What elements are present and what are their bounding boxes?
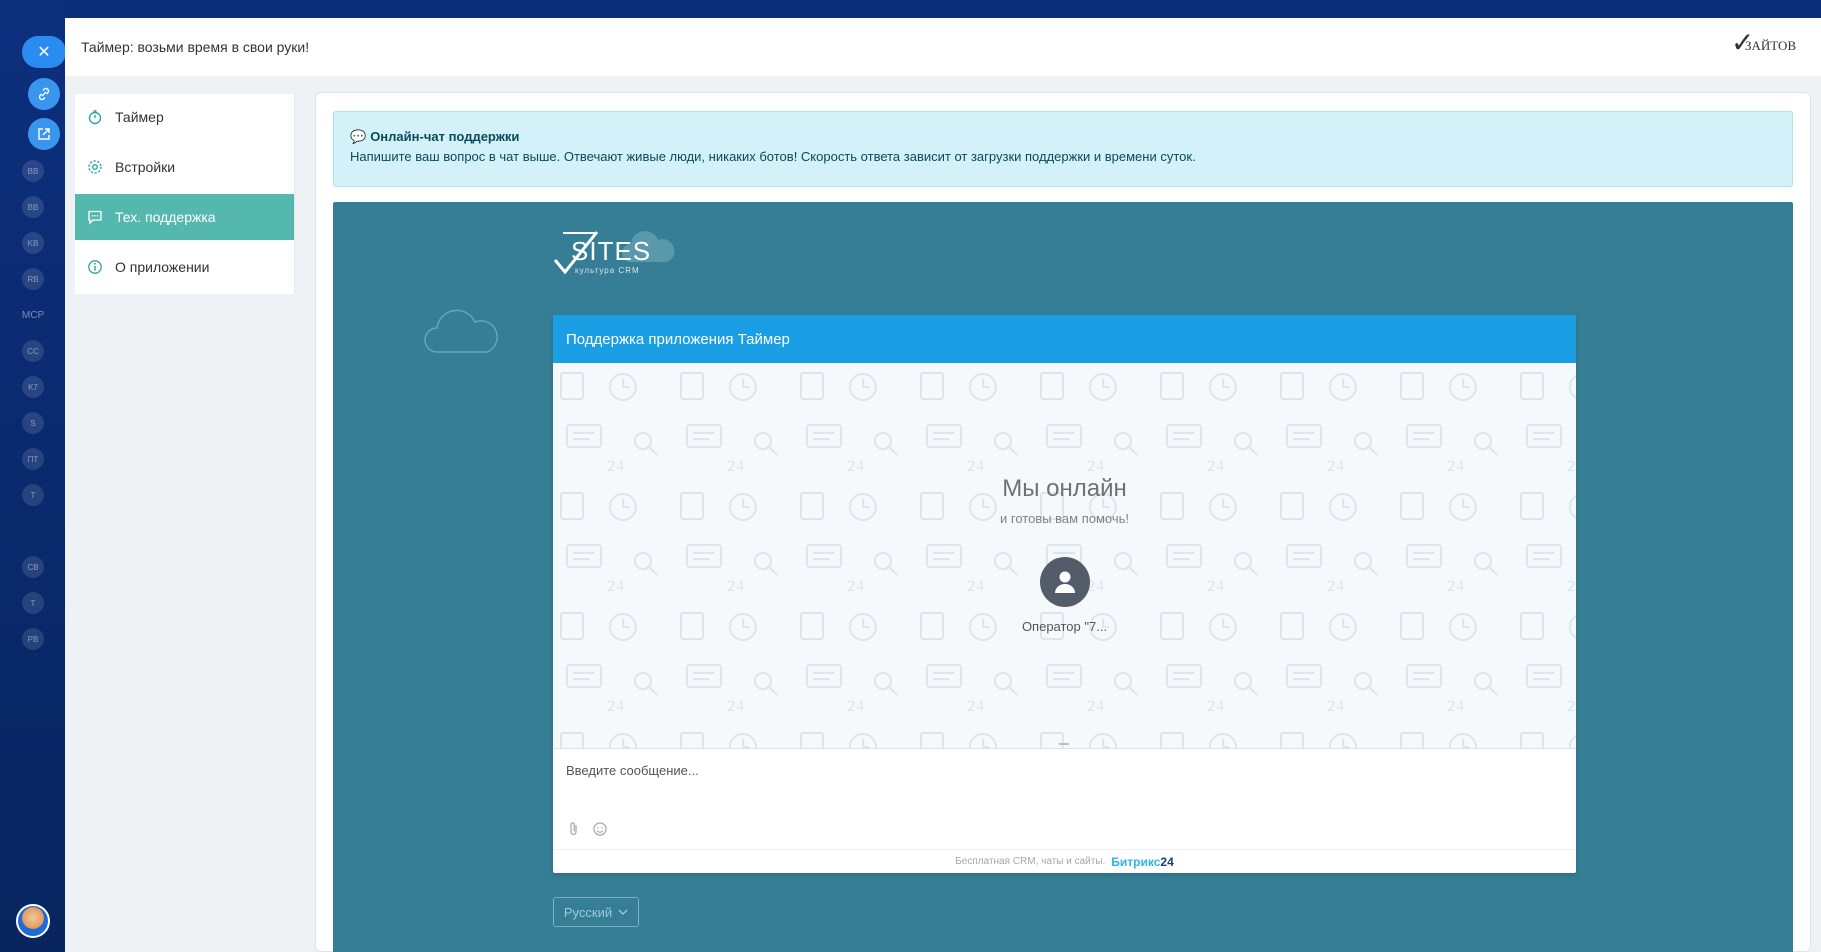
background-topbar <box>0 0 1821 18</box>
brand-logo: ✓ ЗАЙТОВ <box>1731 26 1801 62</box>
rail-item[interactable]: MCP <box>22 304 44 326</box>
close-slider-button[interactable]: ✕ <box>22 36 66 68</box>
menu-item-support[interactable]: Тех. поддержка <box>75 194 294 240</box>
menu-item-label: Встройки <box>115 159 176 175</box>
operator-avatar <box>1040 557 1090 607</box>
rail-item[interactable]: K7 <box>22 376 44 398</box>
external-link-icon <box>38 128 50 140</box>
rail-item[interactable]: T <box>22 592 44 614</box>
rail-item[interactable]: BB <box>22 196 44 218</box>
rail-item[interactable]: S <box>22 412 44 434</box>
paperclip-icon[interactable] <box>566 821 582 837</box>
operator-name: Оператор "7... <box>1021 619 1108 634</box>
rail-item[interactable]: BB <box>22 160 44 182</box>
close-icon: ✕ <box>37 44 51 61</box>
content-area: 💬 Онлайн-чат поддержки Напишите ваш вопро… <box>315 92 1811 952</box>
chat-footer: Бесплатная CRM, чаты и сайты. Битрикс24 <box>553 849 1576 873</box>
rail-item[interactable]: ПТ <box>22 448 44 470</box>
rail-item[interactable]: T <box>22 484 44 506</box>
background-left-rail: ✕ BB BB KB RB MCP CC K7 S ПТ T СВ T PB <box>0 0 66 952</box>
stopwatch-icon <box>87 109 103 125</box>
bitrix24-link[interactable]: Битрикс24 <box>1111 855 1173 869</box>
support-info-alert: 💬 Онлайн-чат поддержки Напишите ваш вопро… <box>333 111 1793 187</box>
chat-widget: Поддержка приложения Таймер Мы онлайн и … <box>553 315 1576 873</box>
resize-handle[interactable] <box>1059 743 1069 745</box>
panel-header: Таймер: возьми время в свои руки! ✓ ЗАЙТ… <box>65 18 1821 76</box>
link-icon <box>38 87 50 101</box>
chat-title: Поддержка приложения Таймер <box>566 330 790 348</box>
online-status-title: Мы онлайн <box>1002 475 1127 502</box>
alert-text: Напишите ваш вопрос в чат выше. Отвечают… <box>350 149 1196 164</box>
smile-icon[interactable] <box>592 821 608 837</box>
chat-container: SITES культура CRM Поддержка приложения … <box>333 202 1793 952</box>
slider-panel: Таймер: возьми время в свои руки! ✓ ЗАЙТ… <box>65 18 1821 952</box>
info-icon <box>87 259 103 275</box>
gear-icon <box>87 159 103 175</box>
rail-item[interactable]: PB <box>22 628 44 650</box>
open-new-window-button[interactable] <box>28 118 60 150</box>
chevron-down-icon <box>618 909 628 915</box>
online-status-subtitle: и готовы вам помочь! <box>999 511 1130 526</box>
speech-bubble-icon: 💬 <box>350 129 367 144</box>
menu-item-label: Тех. поддержка <box>115 209 216 225</box>
cloud-icon <box>424 309 498 353</box>
background-pattern: 24 <box>553 363 1576 748</box>
chat-bubble-icon <box>87 209 103 225</box>
side-menu: Таймер Встройки Тех. поддержка О приложе… <box>75 94 295 294</box>
menu-item-label: О приложении <box>115 259 210 275</box>
user-avatar[interactable] <box>16 904 50 938</box>
menu-item-embeds[interactable]: Встройки <box>75 144 294 190</box>
language-selected: Русский <box>563 904 613 920</box>
user-silhouette-icon <box>1055 571 1075 593</box>
rail-item[interactable]: СВ <box>22 556 44 578</box>
rail-item[interactable]: RB <box>22 268 44 290</box>
brand-name: ЗАЙТОВ <box>1745 38 1797 53</box>
sites-logo-name: SITES <box>571 236 652 266</box>
chat-messages-area: 24 Мы онлайн и готовы вам помочь! Операт <box>553 363 1576 749</box>
language-select[interactable]: Русский <box>553 897 639 927</box>
footer-brand-name: Битрикс <box>1111 854 1161 869</box>
menu-item-about[interactable]: О приложении <box>75 244 294 290</box>
alert-title: 💬 Онлайн-чат поддержки <box>350 129 1776 145</box>
page-title: Таймер: возьми время в свои руки! <box>81 39 310 55</box>
menu-item-label: Таймер <box>115 109 164 125</box>
copy-link-button[interactable] <box>28 78 60 110</box>
chat-input-area <box>553 749 1576 849</box>
rail-item[interactable]: KB <box>22 232 44 254</box>
footer-text: Бесплатная CRM, чаты и сайты. <box>955 856 1106 867</box>
footer-brand-number: 24 <box>1160 854 1174 869</box>
sites-logo: SITES культура CRM <box>551 230 651 276</box>
message-input[interactable] <box>566 763 1556 778</box>
rail-item[interactable]: CC <box>22 340 44 362</box>
sites-logo-tagline: культура CRM <box>575 266 640 275</box>
menu-item-timer[interactable]: Таймер <box>75 94 294 140</box>
chat-header: Поддержка приложения Таймер <box>553 315 1576 363</box>
alert-title-text: Онлайн-чат поддержки <box>370 129 520 144</box>
